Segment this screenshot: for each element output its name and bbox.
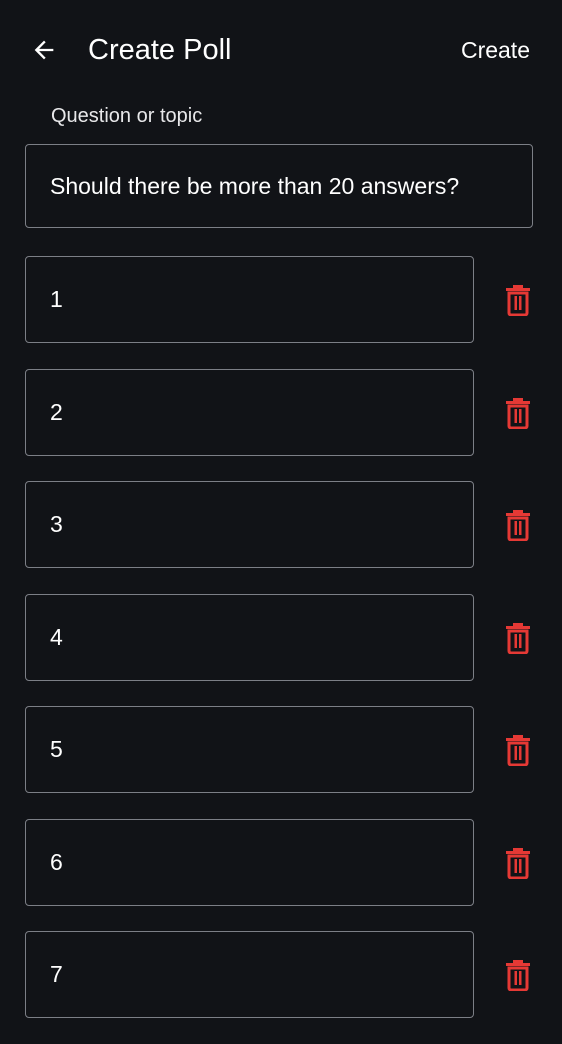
answer-input[interactable]: 6: [25, 818, 474, 906]
answer-row: 1: [0, 256, 562, 343]
delete-answer-button[interactable]: [498, 280, 538, 320]
answer-input[interactable]: 4: [25, 593, 474, 681]
answer-row: 5: [0, 706, 562, 793]
answer-row: 3: [0, 481, 562, 568]
delete-answer-button[interactable]: [498, 505, 538, 545]
answer-list: 1 2 3 4 5 6 7: [0, 256, 562, 1044]
trash-icon: [506, 735, 530, 766]
answer-input[interactable]: 2: [25, 368, 474, 456]
answer-input[interactable]: 1: [25, 256, 474, 343]
question-label: Question or topic: [51, 105, 203, 127]
question-input[interactable]: Should there be more than 20 answers?: [25, 144, 533, 228]
answer-input[interactable]: 7: [25, 931, 474, 1018]
trash-icon: [506, 397, 530, 429]
trash-icon: [506, 960, 530, 991]
delete-answer-button[interactable]: [498, 843, 538, 883]
answer-input[interactable]: 3: [25, 481, 474, 568]
delete-answer-button[interactable]: [498, 730, 538, 770]
answer-row: 2: [0, 368, 562, 456]
arrow-left-icon: [34, 40, 54, 60]
trash-icon: [506, 285, 530, 316]
trash-icon: [506, 510, 530, 541]
delete-answer-button[interactable]: [498, 393, 538, 433]
delete-answer-button[interactable]: [498, 955, 538, 995]
answer-row: 7: [0, 931, 562, 1018]
trash-icon: [506, 622, 530, 654]
back-button[interactable]: [24, 30, 64, 70]
answer-row: 4: [0, 593, 562, 681]
app-bar: Create Poll Create: [0, 0, 562, 100]
create-button[interactable]: Create: [461, 30, 530, 70]
trash-icon: [506, 847, 530, 879]
answer-input[interactable]: 5: [25, 706, 474, 793]
delete-answer-button[interactable]: [498, 618, 538, 658]
page-title: Create Poll: [88, 34, 232, 66]
answer-row: 6: [0, 818, 562, 906]
